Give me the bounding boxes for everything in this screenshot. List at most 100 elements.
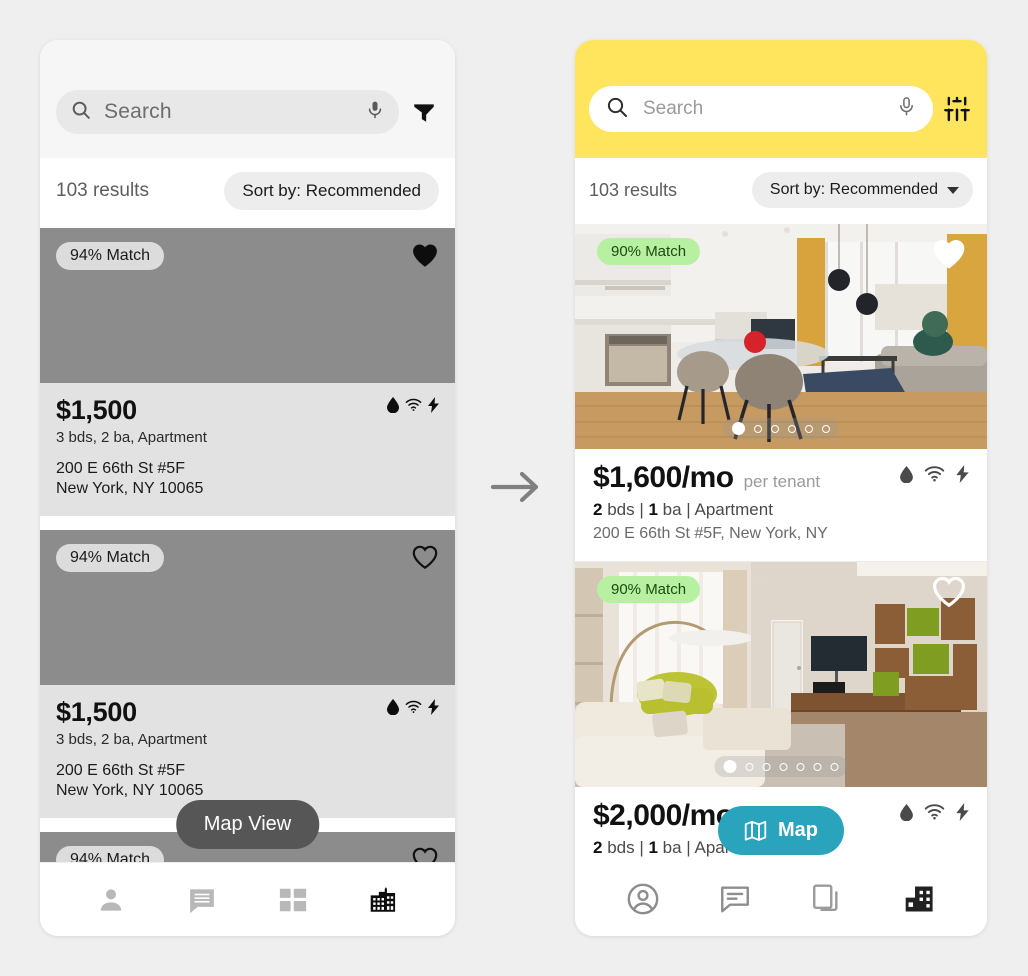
carousel-dot[interactable] [779,762,788,771]
carousel-dot[interactable] [796,762,805,771]
person-filled-icon [101,888,122,911]
match-badge: 90% Match [597,576,701,603]
match-badge: 94% Match [56,242,165,270]
search-bar[interactable]: Search [589,86,933,132]
nav-item-messages[interactable] [175,873,229,927]
after-bottom-nav[interactable] [575,862,987,936]
carousel-dot[interactable] [813,762,822,771]
carousel-dot[interactable] [830,762,839,771]
search-icon [605,95,629,124]
after-results-bar: 103 results Sort by: Recommended [575,158,987,224]
comparison-stage: Search 103 results Sort by: Recommended … [0,0,1028,976]
after-search-header: Search [575,40,987,158]
listing-address: 200 E 66th St #5F New York, NY 10065 [56,459,439,500]
before-bottom-nav[interactable] [40,862,455,936]
chat-outline-icon [721,886,749,913]
amenity-icons [900,465,969,483]
carousel-dot[interactable] [771,424,779,433]
wifi-icon [924,804,945,820]
filter-funnel-icon[interactable] [409,97,439,127]
listing-price: $1,500 [56,696,137,727]
listing-address: 200 E 66th St #5F New York, NY 10065 [56,761,439,802]
listing-photo-placeholder[interactable]: 94% Match [40,529,455,685]
match-badge: 94% Match [56,845,165,862]
search-bar[interactable]: Search [56,90,399,134]
nav-item-listings[interactable] [357,873,411,927]
carousel-dot[interactable] [788,424,796,433]
buildings-filled-icon [905,886,933,912]
map-icon [744,820,767,841]
photo-carousel-dots[interactable] [714,756,848,777]
carousel-dot[interactable] [754,424,762,433]
bolt-icon [956,803,969,821]
map-button-label: Map [778,819,818,841]
after-screen: Search 103 results Sort by: Recommended … [575,40,987,936]
water-drop-icon [387,698,399,715]
sort-dropdown[interactable]: Sort by: Recommended [224,172,439,210]
favorite-heart-icon[interactable] [411,846,439,862]
favorite-heart-icon[interactable] [931,575,967,608]
amenity-icons [387,698,439,715]
favorite-heart-icon[interactable] [411,242,439,273]
account-circle-outline-icon [627,883,659,915]
after-phone-mockup: Search 103 results Sort by: Recommended … [575,40,987,936]
listing-address: 200 E 66th St #5F, New York, NY [593,525,828,542]
bolt-icon [428,397,439,413]
listing-photo-placeholder[interactable]: 94% Match [40,228,455,383]
wifi-icon [405,398,422,411]
city-buildings-icon [370,886,395,912]
listing-price: $1,600/mo [593,461,734,494]
match-badge: 94% Match [56,543,165,572]
carousel-dot-active[interactable] [732,422,745,435]
carousel-dot[interactable] [805,424,813,433]
favorite-heart-icon[interactable] [411,544,439,575]
nav-item-messages[interactable] [708,872,762,926]
chat-filled-icon [190,888,214,913]
listing-photo[interactable]: 90% Match [575,224,987,449]
after-listings-list[interactable]: 90% Match $1,600/mo per tenant 2 bds | 1… [575,224,987,862]
carousel-dot[interactable] [822,424,830,433]
nav-item-profile[interactable] [616,872,670,926]
listing-card[interactable]: 90% Match [575,224,987,562]
listing-photo[interactable]: 90% Match [575,562,987,787]
water-drop-icon [900,465,913,483]
sort-dropdown[interactable]: Sort by: Recommended [751,172,973,208]
nav-item-listings[interactable] [892,872,946,926]
address-line-2: New York, NY 10065 [56,480,204,498]
map-button[interactable]: Map [718,806,844,855]
match-badge: 90% Match [597,238,701,265]
listing-price: $2,000/mo [593,799,734,832]
bath-count: 1 [648,500,658,519]
nav-item-saved[interactable] [800,872,854,926]
photo-carousel-dots[interactable] [723,418,839,439]
carousel-dot[interactable] [745,762,754,771]
listing-info: $1,500 3 bds, 2 ba, Apartment 200 E 66th… [40,383,455,516]
favorite-heart-icon[interactable] [931,237,967,270]
listing-card[interactable]: 94% Match $1,500 3 bds, 2 ba, Apartment … [40,529,455,818]
nav-item-profile[interactable] [84,873,138,927]
arrow-right-icon [487,467,547,507]
carousel-dot[interactable] [762,762,771,771]
sort-label: Sort by: Recommended [769,181,938,198]
bath-count: 1 [648,838,658,857]
nav-item-dashboard[interactable] [266,873,320,927]
sliders-tune-icon[interactable] [941,93,973,125]
bolt-icon [428,698,439,715]
microphone-icon[interactable] [896,95,917,123]
before-listings-list[interactable]: 94% Match $1,500 3 bds, 2 ba, Apartment … [40,228,455,862]
address-line-1: 200 E 66th St #5F [56,761,185,779]
address-line-2: New York, NY 10065 [56,782,204,800]
microphone-icon[interactable] [365,99,385,126]
listing-beds-baths: 2 bds | 1 ba | Apartment [593,500,969,520]
water-drop-icon [900,803,913,821]
map-view-button[interactable]: Map View [175,800,320,849]
results-count: 103 results [56,180,149,201]
listing-card[interactable]: 94% Match $1,500 3 bds, 2 ba, Apartment … [40,228,455,516]
before-phone-mockup: Search 103 results Sort by: Recommended … [40,40,455,936]
carousel-dot-active[interactable] [723,760,737,773]
amenity-icons [387,397,439,413]
search-input-placeholder[interactable]: Search [643,98,882,120]
grid-filled-icon [279,888,306,911]
search-input-placeholder[interactable]: Search [104,100,353,124]
address-line-1: 200 E 66th St #5F [56,460,185,477]
